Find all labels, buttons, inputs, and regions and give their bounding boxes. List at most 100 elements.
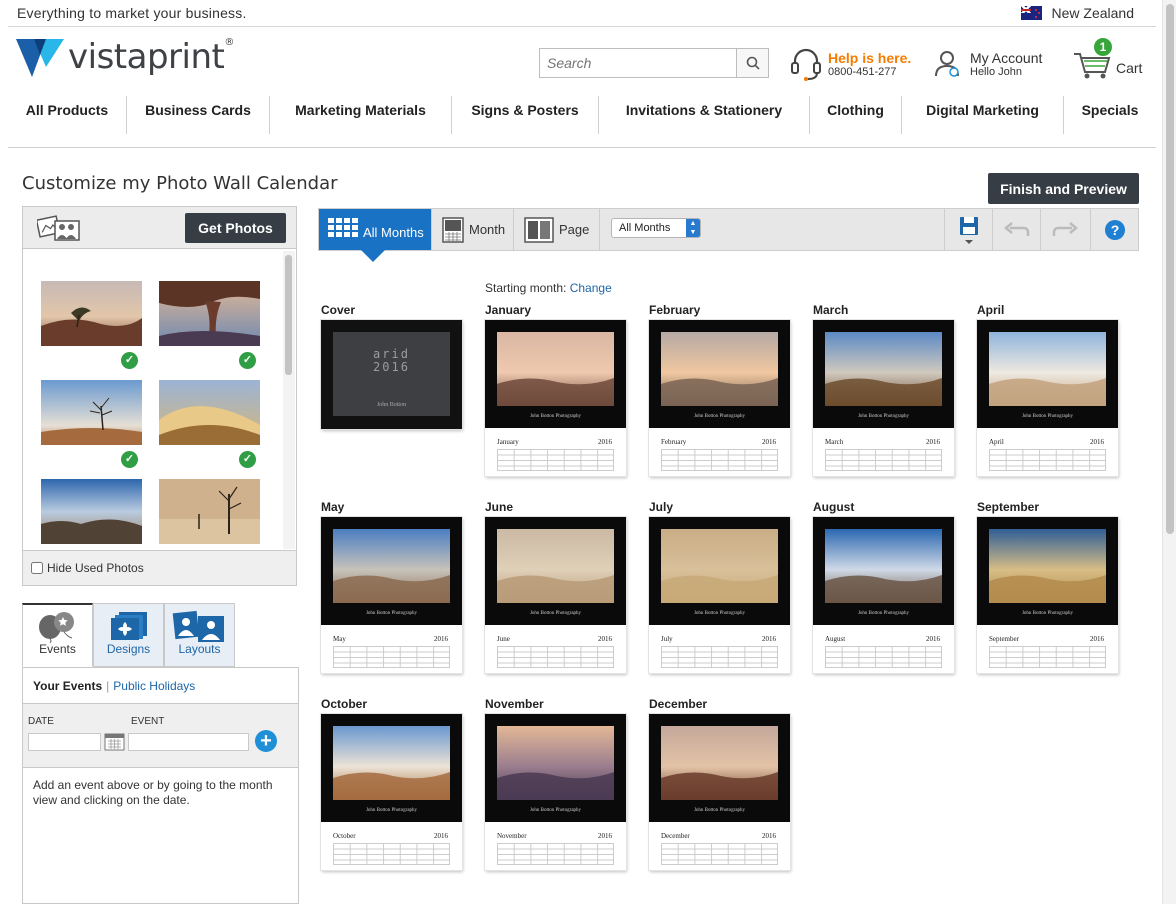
month-label: August <box>813 500 855 514</box>
photo-credit: John Botton Photography <box>857 611 910 616</box>
nav-marketing-materials[interactable]: Marketing Materials <box>270 96 452 134</box>
search-box <box>539 48 769 78</box>
photo-credit: John Botton Photography <box>693 611 746 616</box>
page-scrollbar[interactable] <box>1162 0 1176 904</box>
calendar-month-november[interactable]: November John Botton Photography November 2… <box>485 697 627 870</box>
month-label: November <box>485 697 544 711</box>
nav-signs-posters[interactable]: Signs & Posters <box>452 96 599 134</box>
cart-link[interactable]: 1 Cart <box>1072 38 1142 80</box>
photo-thumbnail[interactable] <box>159 479 260 544</box>
used-check-icon: ✓ <box>239 352 256 369</box>
your-events-tab[interactable]: Your Events <box>33 679 102 693</box>
month-photo <box>333 529 450 603</box>
photo-thumbnail[interactable] <box>41 479 142 544</box>
user-icon <box>935 51 959 77</box>
calendar-month-april[interactable]: April John Botton Photography April 2016 <box>977 303 1119 476</box>
public-holidays-link[interactable]: Public Holidays <box>113 679 195 693</box>
month-select-dropdown[interactable]: All Months ▲ ▼ <box>611 218 701 238</box>
month-photo <box>497 332 614 406</box>
month-preview[interactable]: John Botton Photography March 2016 <box>813 320 954 476</box>
nav-clothing[interactable]: Clothing <box>810 96 902 134</box>
calendar-month-february[interactable]: February John Botton Photography February 2… <box>649 303 791 476</box>
add-event-button[interactable]: + <box>255 730 277 752</box>
calendar-month-august[interactable]: August John Botton Photography August 2016 <box>813 500 955 673</box>
all-months-view-button[interactable]: All Months <box>319 209 432 262</box>
save-icon <box>959 216 978 244</box>
vistaprint-logo[interactable]: vistaprint® <box>16 37 234 77</box>
month-view-button[interactable]: Month <box>432 209 514 250</box>
tab-designs[interactable]: Designs <box>93 603 164 667</box>
save-button[interactable] <box>944 209 992 250</box>
used-check-icon: ✓ <box>121 451 138 468</box>
photo-panel: Get Photos ✓ ✓ ✓ ✓ Hide Used Photos <box>22 206 297 586</box>
month-preview[interactable]: John Botton Photography September 2016 <box>977 517 1118 673</box>
nav-invitations-stationery[interactable]: Invitations & Stationery <box>599 96 810 134</box>
region-selector[interactable]: New Zealand <box>1020 5 1135 21</box>
photo-scrollbar[interactable] <box>283 251 295 549</box>
grid-year: 2016 <box>598 832 612 840</box>
photo-credit: John Botton Photography <box>529 808 582 813</box>
grid-year: 2016 <box>598 438 612 446</box>
calendar-month-july[interactable]: July John Botton Photography July 2016 <box>649 500 791 673</box>
month-preview[interactable]: John Botton Photography April 2016 <box>977 320 1118 476</box>
photo-thumbnail[interactable]: ✓ <box>41 380 142 468</box>
month-label: March <box>813 303 849 317</box>
nav-specials[interactable]: Specials <box>1064 96 1156 134</box>
photo-thumbnail[interactable]: ✓ <box>41 281 142 369</box>
my-account-link[interactable]: My Account Hello John <box>934 50 1042 78</box>
search-button[interactable] <box>736 49 768 77</box>
calendar-month-october[interactable]: October John Botton Photography October 201… <box>321 697 463 870</box>
month-photo <box>497 726 614 800</box>
redo-button[interactable] <box>1040 209 1088 250</box>
month-preview[interactable]: John Botton Photography October 2016 <box>321 714 462 870</box>
tab-designs-label: Designs <box>106 642 151 656</box>
nav-all-products[interactable]: All Products <box>8 96 127 134</box>
month-preview[interactable]: John Botton Photography December 2016 <box>649 714 790 870</box>
month-preview[interactable]: John Botton Photography June 2016 <box>485 517 626 673</box>
month-photo <box>661 529 778 603</box>
search-input[interactable] <box>540 49 736 77</box>
grid-year: 2016 <box>1090 635 1104 643</box>
hide-used-photos[interactable]: Hide Used Photos <box>23 550 296 585</box>
photo-credit: John Botton Photography <box>857 414 910 419</box>
page-view-button[interactable]: Page <box>514 209 600 250</box>
event-name-input[interactable] <box>128 733 249 751</box>
page-scrollbar-thumb[interactable] <box>1166 4 1174 534</box>
month-photo <box>661 726 778 800</box>
calendar-picker-icon[interactable] <box>104 733 125 751</box>
grid-month-name: March <box>825 438 844 446</box>
calendar-cover[interactable]: Cover arid 2016 John Botton <box>321 303 463 429</box>
calendar-month-march[interactable]: March John Botton Photography March 2016 <box>813 303 955 476</box>
new-zealand-flag-icon <box>1020 6 1042 20</box>
get-photos-button[interactable]: Get Photos <box>185 213 286 243</box>
finish-and-preview-button[interactable]: Finish and Preview <box>988 173 1139 204</box>
help-link[interactable]: Help is here. 0800-451-277 <box>790 46 911 82</box>
month-preview[interactable]: John Botton Photography August 2016 <box>813 517 954 673</box>
undo-button[interactable] <box>992 209 1040 250</box>
help-button[interactable]: ? <box>1090 209 1138 250</box>
month-day-grid <box>333 646 450 668</box>
photo-scrollbar-thumb[interactable] <box>285 255 292 375</box>
month-preview[interactable]: John Botton Photography February 2016 <box>649 320 790 476</box>
nav-digital-marketing[interactable]: Digital Marketing <box>902 96 1064 134</box>
photo-thumbnail[interactable]: ✓ <box>159 380 260 468</box>
calendar-month-january[interactable]: January John Botton Photography January 201… <box>485 303 627 476</box>
cover-preview[interactable]: arid 2016 John Botton <box>321 320 462 429</box>
event-date-input[interactable] <box>28 733 101 751</box>
nav-business-cards[interactable]: Business Cards <box>127 96 270 134</box>
month-preview[interactable]: John Botton Photography July 2016 <box>649 517 790 673</box>
starting-month-label: Starting month: <box>485 281 567 295</box>
region-label: New Zealand <box>1051 5 1135 21</box>
calendar-month-december[interactable]: December John Botton Photography December 2… <box>649 697 791 870</box>
tab-events[interactable]: Events <box>22 603 93 667</box>
calendar-month-june[interactable]: June John Botton Photography June 2016 <box>485 500 627 673</box>
tab-layouts[interactable]: Layouts <box>164 603 235 667</box>
photo-thumbnail[interactable]: ✓ <box>159 281 260 369</box>
month-preview[interactable]: John Botton Photography November 2016 <box>485 714 626 870</box>
hide-used-photos-checkbox[interactable] <box>31 562 43 574</box>
month-preview[interactable]: John Botton Photography May 2016 <box>321 517 462 673</box>
calendar-month-may[interactable]: May John Botton Photography May 2016 <box>321 500 463 673</box>
calendar-month-september[interactable]: September John Botton Photography Septembe… <box>977 500 1119 673</box>
change-starting-month-link[interactable]: Change <box>570 281 612 295</box>
month-preview[interactable]: John Botton Photography January 2016 <box>485 320 626 476</box>
